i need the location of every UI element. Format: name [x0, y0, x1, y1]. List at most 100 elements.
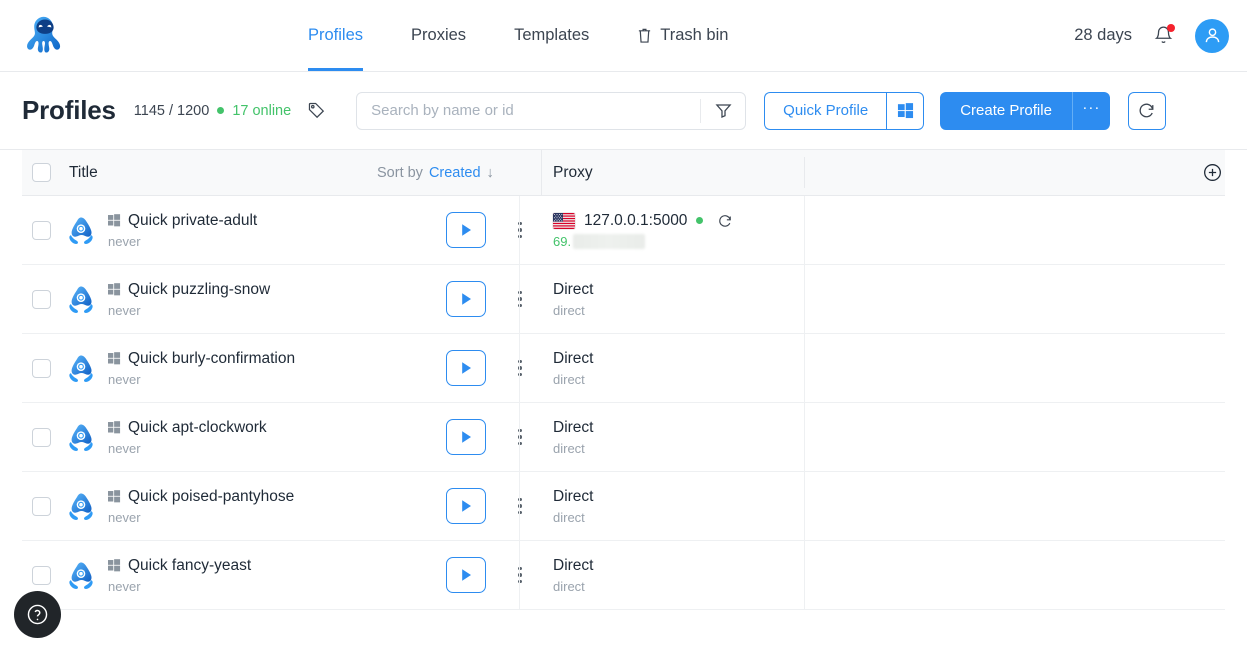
proxy-address: 127.0.0.1:5000 [584, 211, 688, 229]
start-profile-button[interactable] [446, 212, 486, 248]
row-menu-button[interactable] [506, 419, 534, 455]
proxy-ip-value: direct [553, 509, 585, 525]
proxy-address: Direct [553, 487, 594, 505]
sort-value-label: Created [428, 164, 481, 181]
row-select-cell[interactable] [22, 496, 64, 516]
search-box[interactable] [356, 91, 747, 130]
row-menu-button[interactable] [506, 281, 534, 317]
table-row[interactable]: Quick puzzling-snow never Direct direct [22, 265, 1225, 334]
online-count: 17 online [232, 102, 292, 119]
quick-profile-os-button[interactable] [886, 91, 925, 130]
row-select-cell[interactable] [22, 427, 64, 447]
row-menu-button[interactable] [506, 212, 534, 248]
row-divider-1 [519, 334, 520, 402]
row-divider-1 [519, 541, 520, 609]
proxy-main-line: Direct [553, 419, 593, 437]
table-row[interactable]: Quick fancy-yeast never Direct direct [22, 541, 1225, 610]
start-profile-button[interactable] [446, 281, 486, 317]
create-profile-button[interactable]: Create Profile [940, 91, 1072, 130]
row-select-cell[interactable] [22, 565, 64, 585]
proxy-status-dot [696, 217, 704, 224]
refresh-button[interactable] [1127, 91, 1166, 130]
profile-name-block: Quick apt-clockwork never [108, 419, 267, 456]
select-all-cell[interactable] [22, 163, 64, 182]
sort-direction-icon: ↓ [486, 164, 494, 181]
add-column-button[interactable] [1202, 162, 1223, 183]
profile-title: Quick apt-clockwork [128, 418, 267, 436]
start-profile-button[interactable] [446, 419, 486, 455]
row-divider-2 [804, 403, 805, 471]
nav-item-templates-label: Templates [514, 26, 590, 44]
notifications-button[interactable] [1154, 24, 1175, 46]
play-icon [461, 500, 471, 512]
proxy-ip-value: direct [553, 440, 585, 456]
nav-item-trash-bin[interactable]: Trash bin [637, 0, 728, 71]
column-divider-1 [541, 150, 542, 195]
row-checkbox[interactable] [32, 565, 51, 585]
proxy-ip-value: 69. [553, 233, 572, 249]
play-icon [461, 224, 471, 236]
proxy-ip-line: direct [553, 372, 593, 387]
proxy-refresh-button[interactable] [717, 213, 733, 229]
tag-icon[interactable] [307, 101, 326, 120]
proxy-main-line: 127.0.0.1:5000 [553, 212, 733, 230]
create-profile-more-button[interactable]: ··· [1071, 91, 1110, 130]
row-select-cell[interactable] [22, 358, 64, 378]
start-profile-button[interactable] [446, 557, 486, 593]
plus-circle-icon [1204, 164, 1221, 181]
row-checkbox[interactable] [32, 289, 51, 309]
proxy-cell: Direct direct [553, 281, 593, 318]
profiles-table: Title Sort by Created ↓ Proxy Quick priv… [0, 150, 1247, 610]
row-divider-2 [804, 196, 805, 264]
profile-last-run: never [108, 509, 141, 525]
proxy-ip-line: direct [553, 579, 593, 594]
row-checkbox[interactable] [32, 220, 51, 240]
select-all-checkbox[interactable] [32, 163, 51, 182]
row-checkbox[interactable] [32, 358, 51, 378]
windows-icon [108, 490, 121, 503]
start-profile-button[interactable] [446, 488, 486, 524]
main-nav: Profiles Proxies Templates Trash bin [308, 0, 728, 71]
refresh-icon [1139, 103, 1154, 118]
profile-counts: 1145 / 1200 17 online [134, 103, 291, 119]
row-checkbox[interactable] [32, 496, 51, 516]
table-row[interactable]: Quick private-adult never 127.0.0.1:5000 [22, 196, 1225, 265]
profile-name-block: Quick burly-confirmation never [108, 350, 295, 387]
profile-title-line: Quick burly-confirmation [108, 350, 295, 368]
quick-profile-button[interactable]: Quick Profile [764, 91, 887, 130]
proxy-ip-line: 69. [553, 233, 733, 249]
table-row[interactable]: Quick poised-pantyhose never Direct dire… [22, 472, 1225, 541]
filter-button[interactable] [701, 102, 745, 119]
row-menu-button[interactable] [506, 557, 534, 593]
proxy-address: Direct [553, 418, 594, 436]
table-row[interactable]: Quick apt-clockwork never Direct direct [22, 403, 1225, 472]
start-profile-button[interactable] [446, 350, 486, 386]
profile-title: Quick fancy-yeast [128, 556, 252, 574]
column-header-proxy: Proxy [553, 163, 593, 181]
nav-item-profiles[interactable]: Profiles [308, 0, 364, 71]
row-divider-2 [804, 541, 805, 609]
nav-item-proxies[interactable]: Proxies [411, 0, 466, 71]
search-input[interactable] [357, 102, 701, 119]
row-select-cell[interactable] [22, 289, 64, 309]
proxy-ip-line: direct [553, 510, 593, 525]
profile-title: Quick private-adult [128, 211, 258, 229]
row-menu-button[interactable] [506, 488, 534, 524]
nav-item-templates[interactable]: Templates [514, 0, 589, 71]
row-divider-1 [519, 472, 520, 540]
row-menu-button[interactable] [506, 350, 534, 386]
nav-item-trash-bin-label: Trash bin [660, 26, 729, 44]
row-select-cell[interactable] [22, 220, 64, 240]
page-toolbar: Profiles 1145 / 1200 17 online Quick Pro… [0, 72, 1247, 150]
quick-profile-group: Quick Profile [764, 91, 925, 130]
table-row[interactable]: Quick burly-confirmation never Direct di… [22, 334, 1225, 403]
help-button[interactable] [14, 591, 61, 638]
row-checkbox[interactable] [32, 427, 51, 447]
profile-title: Quick burly-confirmation [128, 349, 296, 367]
proxy-main-line: Direct [553, 350, 593, 368]
windows-icon [108, 352, 121, 365]
app-logo[interactable] [0, 13, 90, 59]
avatar[interactable] [1195, 18, 1229, 53]
sort-control[interactable]: Sort by Created ↓ [377, 165, 494, 181]
filter-icon [715, 104, 732, 118]
